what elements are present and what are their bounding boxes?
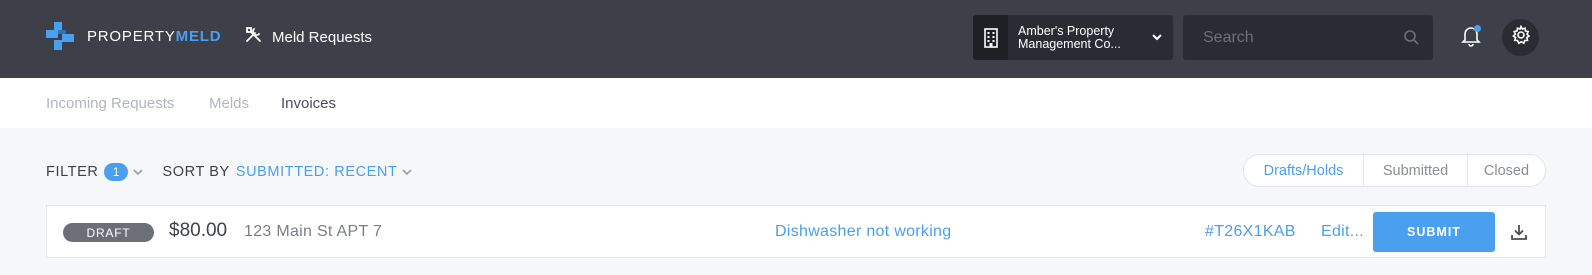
invoice-row[interactable]: DRAFT $80.00 123 Main St APT 7 Dishwashe… <box>46 205 1546 258</box>
organization-name: Amber's Property Management Co... <box>1018 24 1121 51</box>
sort-value[interactable]: SUBMITTED: RECENT <box>236 164 398 180</box>
tab-melds[interactable]: Melds <box>209 95 249 112</box>
settings-button[interactable] <box>1502 19 1539 56</box>
tools-icon <box>245 26 262 48</box>
notification-indicator <box>1474 25 1481 32</box>
building-icon <box>973 15 1008 60</box>
status-badge: DRAFT <box>63 223 154 242</box>
meld-reference-link[interactable]: #T26X1KAB <box>1205 223 1296 241</box>
chevron-down-icon[interactable] <box>132 166 144 178</box>
download-icon[interactable] <box>1509 222 1529 242</box>
tab-incoming-requests[interactable]: Incoming Requests <box>46 95 174 112</box>
gear-icon <box>1511 24 1531 50</box>
page-heading: Meld Requests <box>245 26 372 48</box>
sort-label: SORT BY <box>162 164 230 180</box>
logo-wordmark: PROPERTYMELD <box>87 27 222 45</box>
propertymeld-logo-icon <box>46 22 74 50</box>
invoice-status-tabs: Drafts/Holds Submitted Closed <box>1243 154 1546 187</box>
tab-invoices[interactable]: Invoices <box>281 95 336 112</box>
chevron-down-icon[interactable] <box>401 166 413 178</box>
sub-navigation: Incoming Requests Melds Invoices <box>0 78 1592 128</box>
tab-drafts-holds[interactable]: Drafts/Holds <box>1244 155 1363 186</box>
filter-sort-bar: FILTER 1 SORT BY SUBMITTED: RECENT <box>46 162 413 182</box>
submit-invoice-button[interactable]: SUBMIT <box>1373 212 1495 252</box>
bell-icon <box>1461 27 1481 51</box>
top-bar: PROPERTYMELD Meld Requests Amber's Prope… <box>0 0 1592 78</box>
meld-description-link[interactable]: Dishwasher not working <box>775 223 951 241</box>
search-box <box>1183 15 1433 60</box>
organization-selector[interactable]: Amber's Property Management Co... <box>973 15 1173 60</box>
filter-count-badge: 1 <box>104 163 129 181</box>
app-logo[interactable]: PROPERTYMELD <box>46 22 221 50</box>
invoice-amount: $80.00 <box>169 220 228 241</box>
property-address: 123 Main St APT 7 <box>244 223 383 240</box>
chevron-down-icon <box>1151 30 1163 48</box>
search-input[interactable] <box>1183 15 1433 60</box>
edit-invoice-link[interactable]: Edit... <box>1321 223 1364 241</box>
notifications-button[interactable] <box>1461 25 1483 49</box>
page-title: Meld Requests <box>272 28 373 46</box>
tab-closed[interactable]: Closed <box>1467 155 1545 186</box>
filter-label[interactable]: FILTER <box>46 164 98 180</box>
search-icon[interactable] <box>1403 29 1419 50</box>
tab-submitted[interactable]: Submitted <box>1363 155 1467 186</box>
